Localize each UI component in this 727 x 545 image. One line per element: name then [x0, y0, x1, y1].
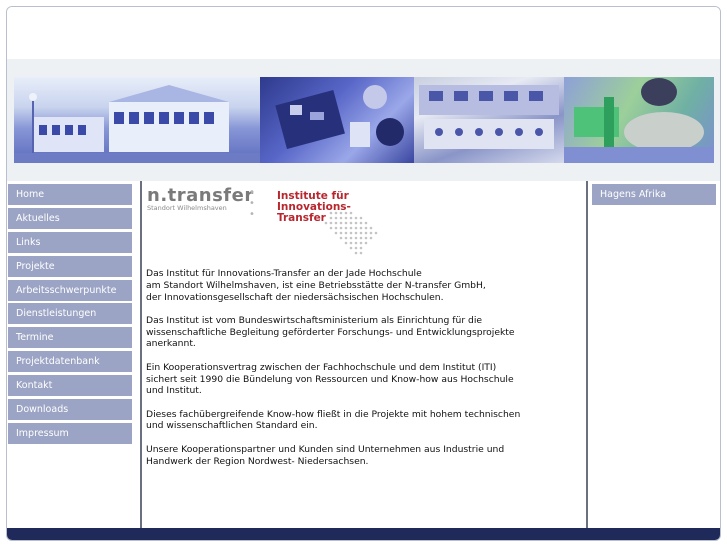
nav-item-projekte[interactable]: Projekte [8, 255, 132, 278]
building-illustration [14, 85, 260, 163]
building-photo [14, 77, 260, 163]
knowhow-paragraph: Dieses fachübergreifende Know-how fließt… [146, 408, 521, 432]
nav-item-links[interactable]: Links [8, 231, 132, 254]
right-column-divider [586, 181, 588, 528]
nav-item-dienstleistungen[interactable]: Dienstleistungen [8, 303, 132, 326]
ntransfer-logo: n.transfer Standort Wilhelmshaven • • • [147, 185, 255, 220]
nav-item-downloads[interactable]: Downloads [8, 399, 132, 422]
nav-item-termine[interactable]: Termine [8, 327, 132, 350]
nav-item-home[interactable]: Home [8, 184, 132, 206]
machine-illustration [564, 78, 714, 163]
main-content: Das Institut für Innovations-Transfer an… [146, 268, 566, 479]
nav-item-aktuelles[interactable]: Aktuelles [8, 207, 132, 230]
header-banner [14, 77, 714, 163]
nav-item-kontakt[interactable]: Kontakt [8, 375, 132, 398]
partners-paragraph: Unsere Kooperationspartner und Kunden si… [146, 443, 505, 467]
right-sidebar: Hagens Afrika [592, 184, 716, 205]
main-navigation: Home Aktuelles Links Projekte Arbeitssch… [8, 184, 132, 447]
lab-equipment-photo [414, 77, 564, 163]
nav-item-impressum[interactable]: Impressum [8, 422, 132, 445]
lower-saxony-map-icon [324, 211, 378, 255]
nav-item-arbeitsschwerpunkte[interactable]: Arbeitsschwerpunkte [8, 279, 132, 302]
nav-item-projektdatenbank[interactable]: Projektdatenbank [8, 351, 132, 374]
page-frame: Home Aktuelles Links Projekte Arbeitssch… [6, 6, 721, 541]
ntransfer-logo-text: n.transfer [147, 185, 254, 206]
lab-illustration [419, 85, 559, 149]
circuit-board-photo [260, 77, 414, 163]
cooperation-paragraph: Ein Kooperationsvertrag zwischen der Fac… [146, 361, 514, 397]
machine-photo [564, 77, 714, 163]
header-blank-band [7, 7, 720, 59]
intro-paragraph: Das Institut für Innovations-Transfer an… [146, 268, 486, 303]
footer-bar [7, 528, 720, 540]
sidebar-link-hagens-afrika[interactable]: Hagens Afrika [592, 184, 716, 205]
ministry-paragraph: Das Institut ist vom Bundeswirtschaftsmi… [146, 314, 515, 350]
left-column-divider [140, 181, 142, 528]
circuit-illustration [275, 85, 404, 149]
logo-dots-decoration: • • • [249, 187, 257, 220]
